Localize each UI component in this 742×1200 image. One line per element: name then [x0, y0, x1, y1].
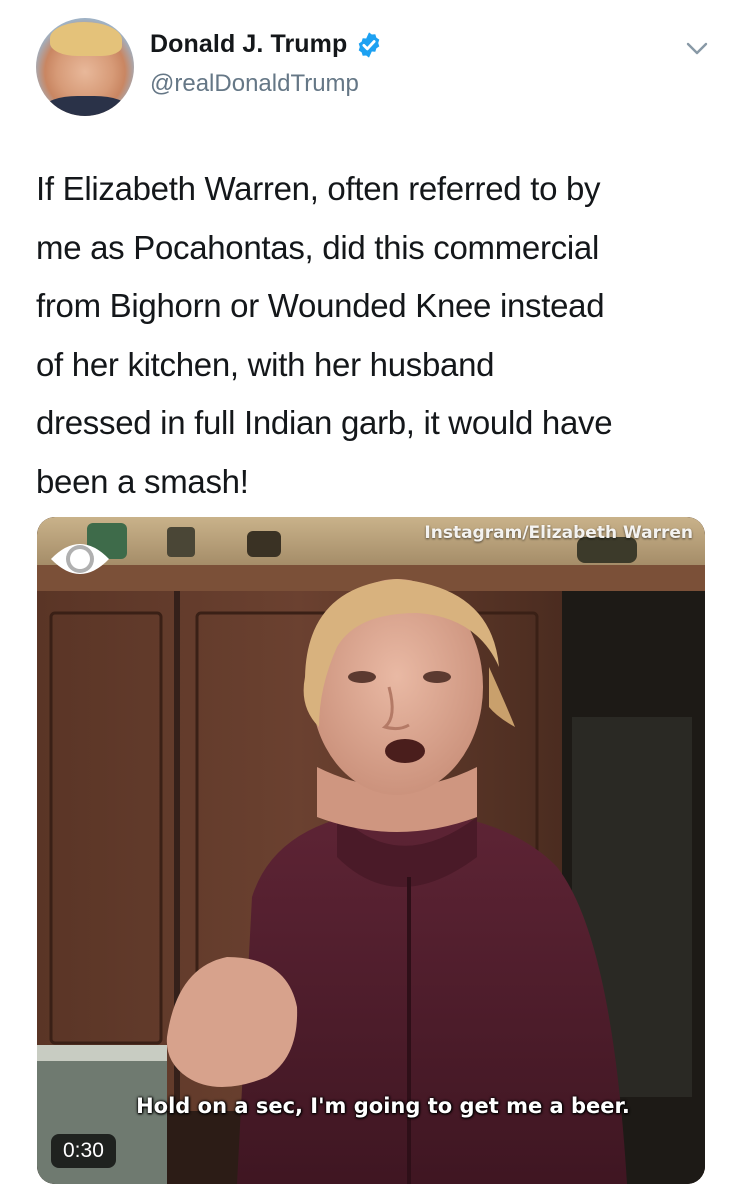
video-watermark: Instagram/Elizabeth Warren	[424, 523, 693, 543]
video-caption: Hold on a sec, I'm going to get me a bee…	[136, 1094, 630, 1118]
author-display-name[interactable]: Donald J. Trump	[150, 30, 347, 59]
tweet-card: Donald J. Trump @realDonaldTrump If Eliz…	[0, 0, 742, 1200]
avatar-suit	[44, 96, 128, 116]
author-handle[interactable]: @realDonaldTrump	[150, 70, 359, 98]
tweet-text: If Elizabeth Warren, often referred to b…	[36, 170, 613, 500]
author-name-row: Donald J. Trump	[150, 30, 383, 59]
video-duration-badge: 0:30	[51, 1134, 116, 1168]
video-frame	[37, 517, 705, 1184]
avatar[interactable]	[36, 18, 134, 116]
chevron-down-icon[interactable]	[680, 36, 714, 62]
video-player[interactable]: Instagram/Elizabeth Warren Hold on a sec…	[37, 517, 705, 1184]
avatar-hair	[50, 22, 122, 56]
verified-badge-icon	[359, 31, 380, 58]
cbs-eye-logo-icon	[51, 544, 109, 574]
